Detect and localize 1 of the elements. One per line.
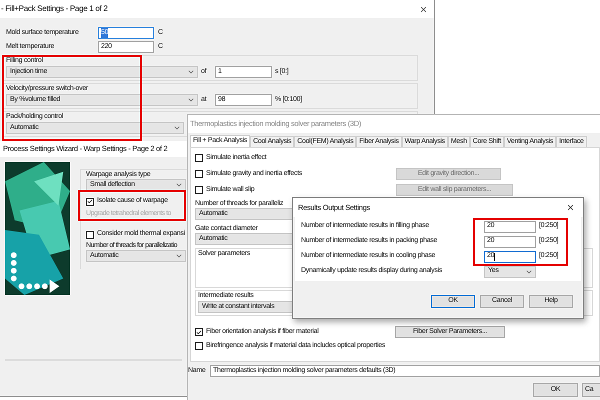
window-title: - Fill+Pack Settings - Page 1 of 2 (1, 3, 108, 15)
